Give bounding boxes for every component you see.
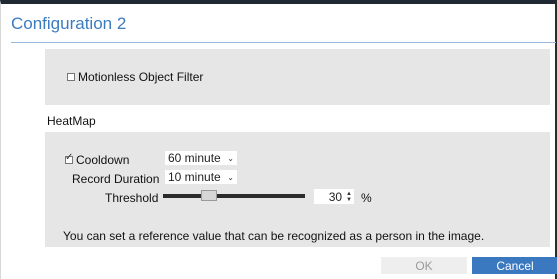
cooldown-row[interactable]: Cooldown [65, 152, 130, 167]
record-duration-select-value: 10 minute [168, 170, 221, 184]
threshold-spinbox[interactable]: 30 ▲ ▼ [314, 189, 354, 204]
chevron-down-icon: ⌄ [227, 153, 234, 163]
cooldown-select-wrap[interactable]: 60 minute ⌄ [165, 151, 237, 165]
info-text-row: You can set a reference value that can b… [63, 229, 484, 243]
record-duration-row: Record Duration [72, 172, 159, 186]
dialog-title: Configuration 2 [11, 14, 127, 33]
threshold-slider-track[interactable] [163, 194, 305, 198]
motionless-filter-row[interactable]: Motionless Object Filter [67, 70, 203, 84]
chevron-down-icon: ⌄ [227, 172, 234, 182]
record-duration-label: Record Duration [72, 172, 160, 186]
record-duration-select-wrap[interactable]: 10 minute ⌄ [165, 170, 237, 184]
threshold-row: Threshold [105, 191, 158, 205]
threshold-label: Threshold [105, 191, 159, 205]
motionless-filter-checkbox[interactable] [67, 73, 75, 81]
record-duration-select[interactable]: 10 minute ⌄ [165, 170, 237, 184]
title-divider [11, 42, 556, 43]
threshold-value: 30 [328, 189, 343, 204]
cooldown-select-value: 60 minute [168, 151, 221, 165]
configuration-dialog: Configuration 2 Motionless Object Filter… [0, 0, 557, 279]
threshold-slider-handle[interactable] [201, 190, 217, 201]
threshold-unit: % [361, 191, 372, 205]
chevron-down-icon[interactable]: ▼ [346, 197, 352, 203]
info-text: You can set a reference value that can b… [63, 229, 485, 243]
cooldown-checkbox[interactable] [65, 152, 73, 164]
motionless-filter-label: Motionless Object Filter [78, 70, 204, 84]
cooldown-select[interactable]: 60 minute ⌄ [165, 151, 237, 165]
heatmap-section-label: HeatMap [47, 114, 96, 128]
threshold-unit-row: % [361, 191, 372, 205]
ok-button[interactable]: OK [381, 257, 467, 274]
cancel-button[interactable]: Cancel [472, 257, 557, 274]
cooldown-label: Cooldown [76, 153, 130, 167]
spin-arrows[interactable]: ▲ ▼ [346, 191, 352, 203]
